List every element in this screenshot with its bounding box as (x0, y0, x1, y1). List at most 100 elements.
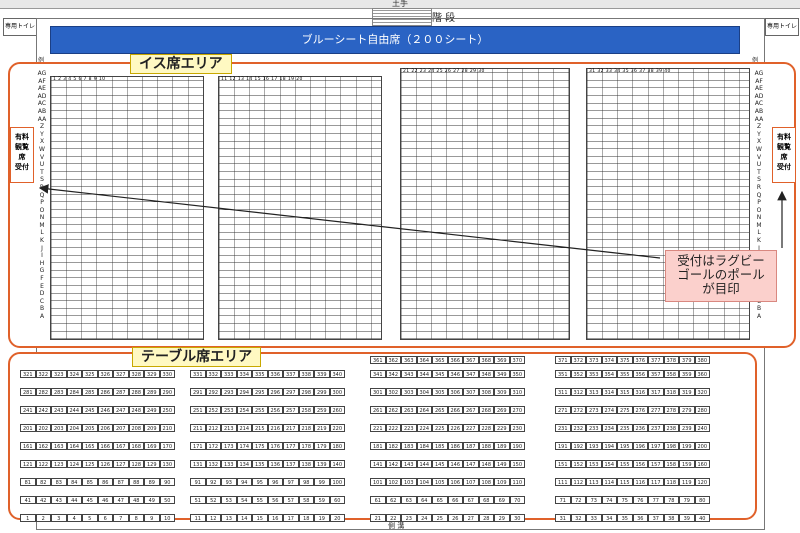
table-row: 301 302 303 304 305 306 307 308 309 310 (370, 388, 525, 396)
table-seat: 192 (570, 442, 586, 450)
table-seat: 200 (694, 442, 710, 450)
table-seat: 346 (447, 370, 463, 378)
table-seat: 93 (221, 478, 237, 486)
table-seat: 65 (432, 496, 448, 504)
table-seat: 206 (97, 424, 113, 432)
table-row: 331 332 333 334 335 336 337 338 339 340 (190, 370, 345, 378)
table-seat: 309 (494, 388, 510, 396)
table-seat: 244 (66, 406, 82, 414)
table-seat: 276 (632, 406, 648, 414)
table-seat: 33 (586, 514, 602, 522)
table-seat: 21 (370, 514, 386, 522)
table-seat: 269 (494, 406, 510, 414)
table-seat: 351 (555, 370, 571, 378)
table-seat: 342 (385, 370, 401, 378)
table-seat: 329 (144, 370, 160, 378)
table-seat: 332 (205, 370, 221, 378)
table-seat: 239 (679, 424, 695, 432)
table-seat: 58 (298, 496, 314, 504)
table-seat: 318 (663, 388, 679, 396)
table-seat: 281 (20, 388, 36, 396)
table-seat: 46 (97, 496, 113, 504)
table-seat: 273 (586, 406, 602, 414)
table-seat: 335 (252, 370, 268, 378)
table-seat: 246 (97, 406, 113, 414)
table-seat: 163 (51, 442, 67, 450)
table-seat: 270 (509, 406, 525, 414)
table-seat: 78 (663, 496, 679, 504)
table-seat: 53 (221, 496, 237, 504)
table-seat: 160 (694, 460, 710, 468)
table-seat: 373 (586, 356, 602, 364)
table-seat: 221 (370, 424, 386, 432)
table-seat: 189 (494, 442, 510, 450)
table-seat: 252 (205, 406, 221, 414)
table-seat: 182 (385, 442, 401, 450)
table-seat: 155 (617, 460, 633, 468)
table-seat: 126 (97, 460, 113, 468)
table-seat: 135 (252, 460, 268, 468)
table-seat: 51 (190, 496, 206, 504)
table-seat: 100 (329, 478, 345, 486)
table-seat: 367 (463, 356, 479, 364)
table-area-label: テーブル席エリア (132, 347, 262, 367)
table-seat: 174 (236, 442, 252, 450)
table-seat: 261 (370, 406, 386, 414)
table-seat: 358 (663, 370, 679, 378)
table-seat: 61 (370, 496, 386, 504)
table-seat: 325 (82, 370, 98, 378)
table-seat: 91 (190, 478, 206, 486)
table-seat: 166 (97, 442, 113, 450)
table-seat: 43 (51, 496, 67, 504)
table-seat: 308 (478, 388, 494, 396)
table-seat: 49 (144, 496, 160, 504)
table-seat: 130 (159, 460, 175, 468)
table-seat: 230 (509, 424, 525, 432)
table-seat: 153 (586, 460, 602, 468)
table-seat: 232 (570, 424, 586, 432)
table-seat: 96 (267, 478, 283, 486)
table-seat: 372 (570, 356, 586, 364)
table-seat: 67 (463, 496, 479, 504)
table-seat: 258 (298, 406, 314, 414)
table-seat: 119 (679, 478, 695, 486)
table-seat: 368 (478, 356, 494, 364)
table-seat: 323 (51, 370, 67, 378)
table-seat: 363 (401, 356, 417, 364)
callout-box: 受付はラグビー ゴールのポール が目印 (665, 250, 777, 302)
table-seat: 7 (113, 514, 129, 522)
table-seat: 20 (329, 514, 345, 522)
table-seat: 286 (97, 388, 113, 396)
table-seat: 207 (113, 424, 129, 432)
table-seat: 302 (385, 388, 401, 396)
table-seat: 272 (570, 406, 586, 414)
table-seat: 118 (663, 478, 679, 486)
table-seat: 225 (432, 424, 448, 432)
table-seat: 35 (617, 514, 633, 522)
table-seat: 237 (648, 424, 664, 432)
table-row: 191 192 193 194 195 196 197 198 199 200 (555, 442, 710, 450)
table-seat: 48 (128, 496, 144, 504)
table-seat: 149 (494, 460, 510, 468)
table-seat: 194 (601, 442, 617, 450)
table-seat: 379 (679, 356, 695, 364)
table-row: 241 242 243 244 245 246 247 248 249 250 (20, 406, 175, 414)
table-seat: 32 (570, 514, 586, 522)
table-seat: 314 (601, 388, 617, 396)
table-seat: 107 (463, 478, 479, 486)
table-seat: 101 (370, 478, 386, 486)
table-seat: 231 (555, 424, 571, 432)
table-seat: 208 (128, 424, 144, 432)
table-seat: 117 (648, 478, 664, 486)
table-seat: 347 (463, 370, 479, 378)
table-seat: 313 (586, 388, 602, 396)
table-row: 361 362 363 364 365 366 367 368 369 370 (370, 356, 525, 364)
table-seat: 366 (447, 356, 463, 364)
table-seat: 204 (66, 424, 82, 432)
table-seat: 59 (314, 496, 330, 504)
table-seat: 122 (35, 460, 51, 468)
table-seat: 222 (385, 424, 401, 432)
table-seat: 124 (66, 460, 82, 468)
table-row: 101 102 103 104 105 106 107 108 109 110 (370, 478, 525, 486)
table-seat: 106 (447, 478, 463, 486)
